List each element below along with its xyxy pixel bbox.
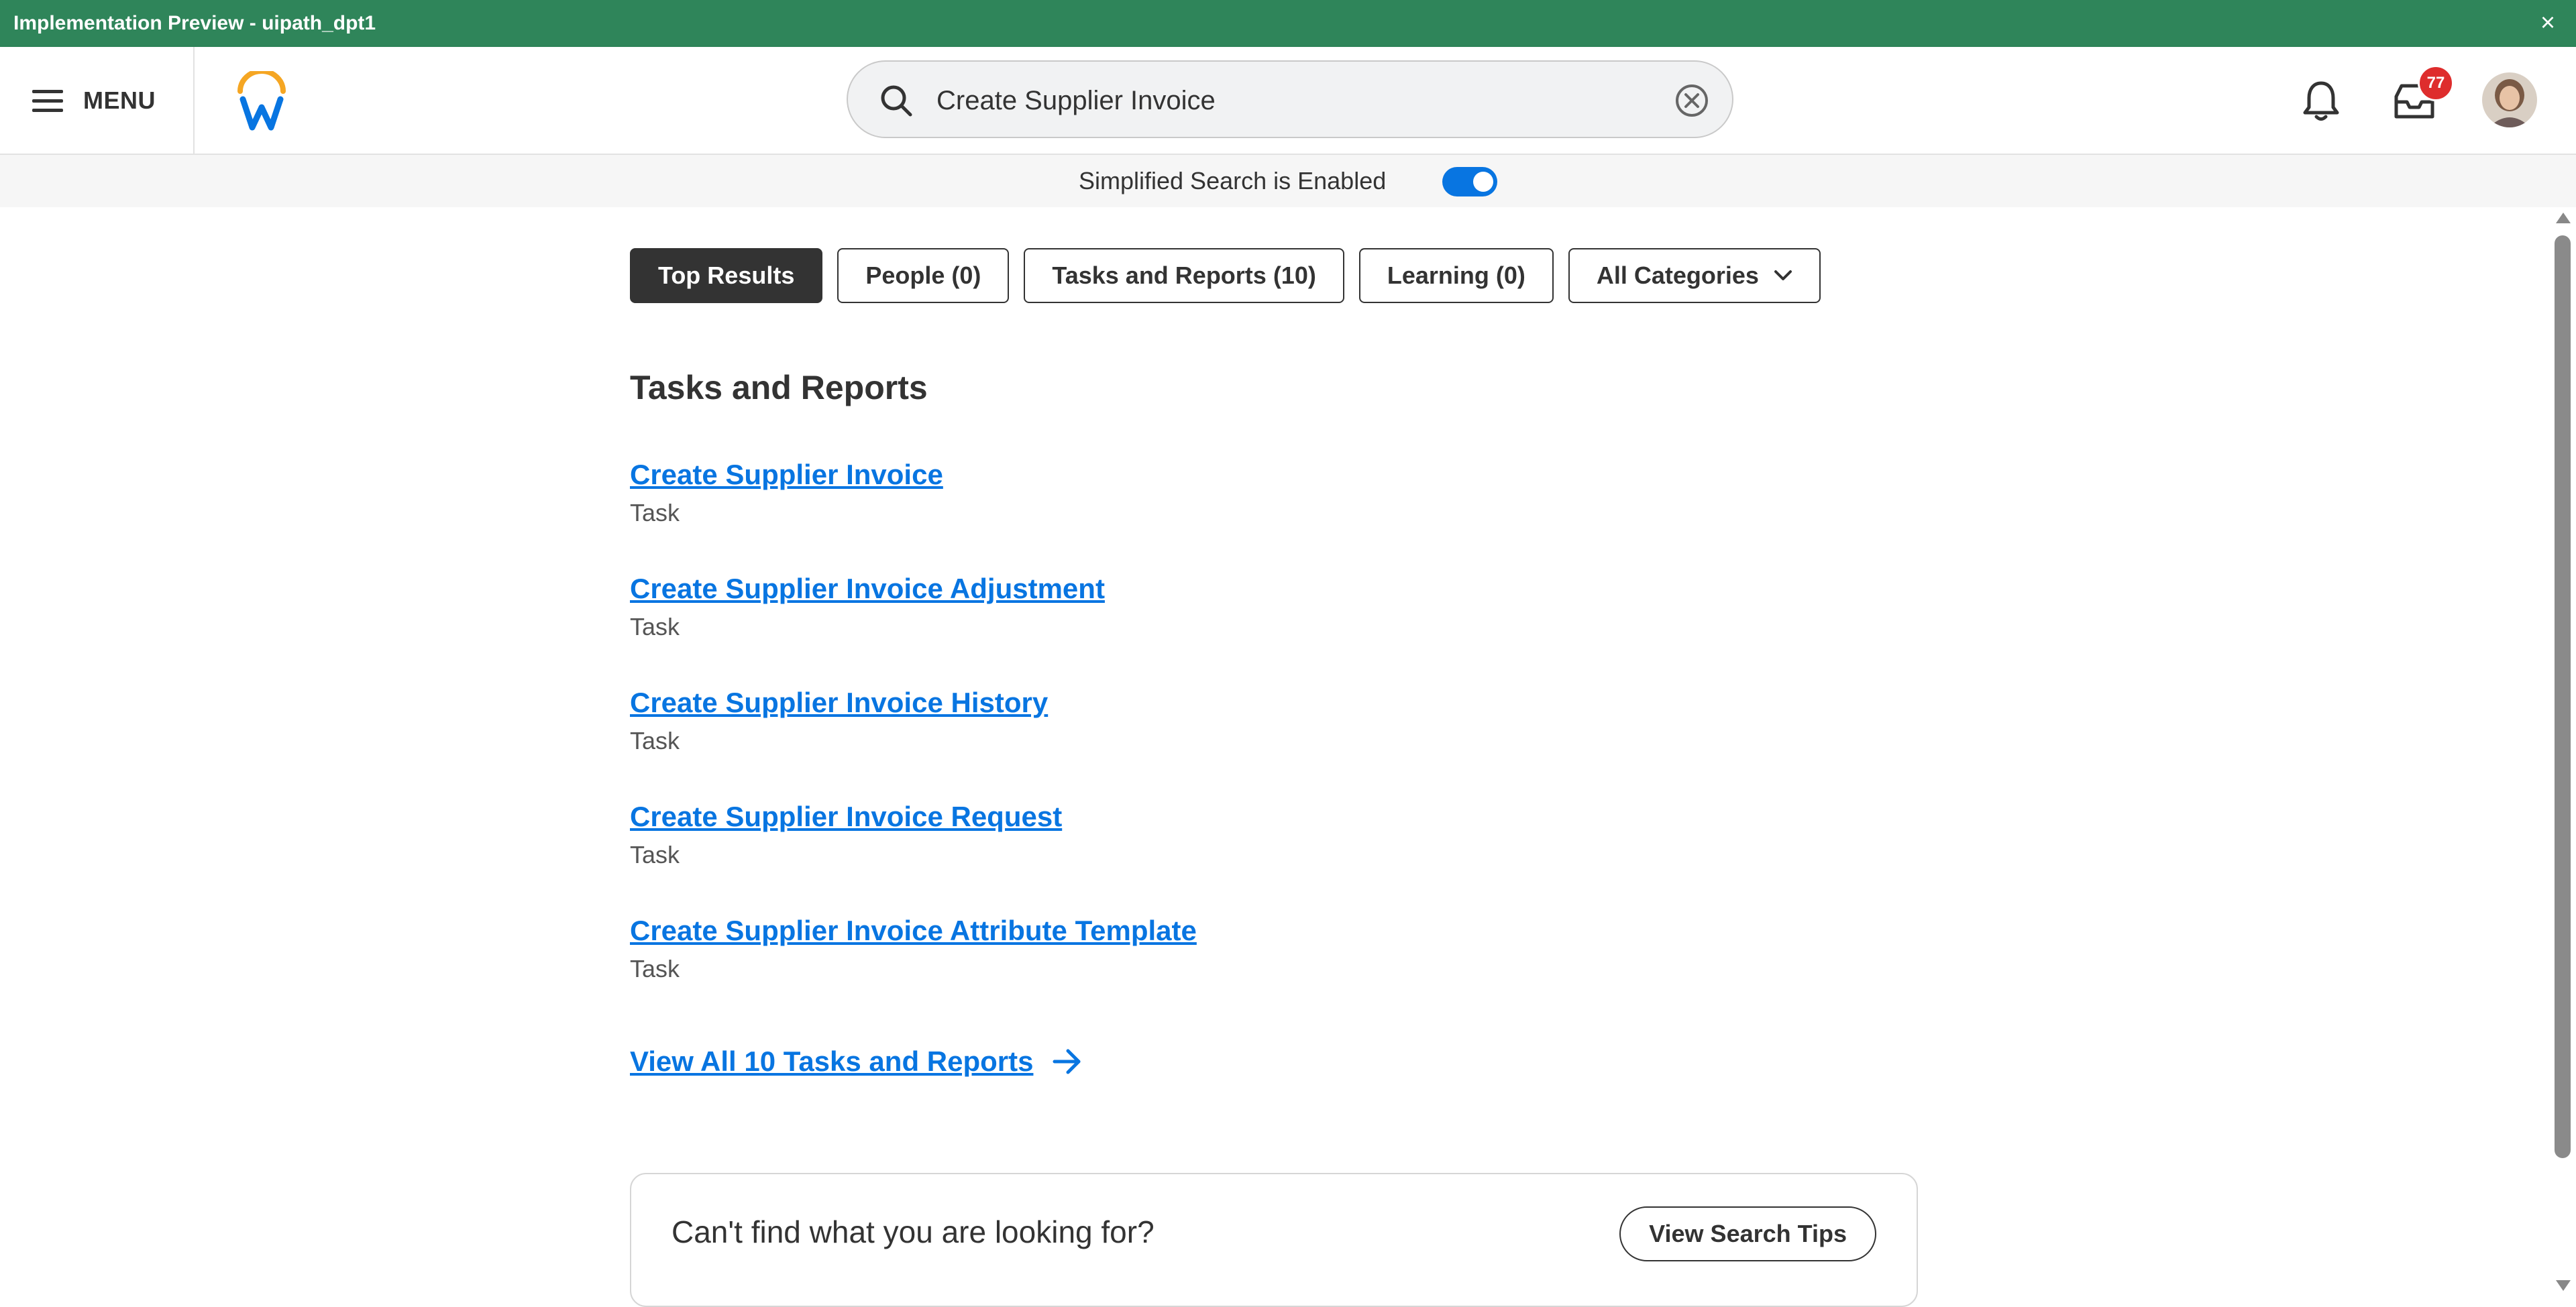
result-type: Task <box>630 955 680 982</box>
search-bar[interactable]: Create Supplier Invoice <box>847 60 1733 138</box>
result-link[interactable]: Create Supplier Invoice Adjustment <box>630 573 1105 605</box>
page-scrollbar[interactable] <box>2549 207 2576 1296</box>
inbox-count-badge: 77 <box>2418 65 2454 101</box>
results-list: Create Supplier Invoice Task Create Supp… <box>630 459 1197 1029</box>
global-header: MENU Create Supplier Invoice 77 <box>0 47 2576 155</box>
menu-label: MENU <box>83 87 156 114</box>
toggle-knob <box>1473 172 1493 192</box>
clear-search-icon[interactable] <box>1673 82 1711 119</box>
tab-label: Top Results <box>658 262 795 289</box>
tab-label: Learning (0) <box>1387 262 1525 289</box>
tab-learning[interactable]: Learning (0) <box>1358 248 1554 303</box>
search-icon <box>881 85 912 117</box>
list-item: Create Supplier Invoice Adjustment Task <box>630 573 1197 687</box>
tab-label: Tasks and Reports (10) <box>1052 262 1316 289</box>
close-icon[interactable]: × <box>2534 9 2561 36</box>
result-link[interactable]: Create Supplier Invoice History <box>630 687 1048 719</box>
scroll-down-arrow-icon[interactable] <box>2556 1280 2571 1291</box>
tab-label: All Categories <box>1596 262 1759 289</box>
tab-top-results[interactable]: Top Results <box>630 248 823 303</box>
view-all-link[interactable]: View All 10 Tasks and Reports <box>630 1045 1083 1078</box>
result-link[interactable]: Create Supplier Invoice <box>630 459 943 491</box>
chevron-down-icon <box>1774 270 1792 280</box>
simplified-search-toggle[interactable] <box>1442 167 1497 196</box>
tab-people[interactable]: People (0) <box>837 248 1010 303</box>
workday-logo[interactable] <box>235 71 288 131</box>
tab-tasks-and-reports[interactable]: Tasks and Reports (10) <box>1024 248 1344 303</box>
avatar[interactable] <box>2482 72 2537 127</box>
list-item: Create Supplier Invoice History Task <box>630 687 1197 801</box>
result-type: Task <box>630 499 680 526</box>
result-type: Task <box>630 613 680 640</box>
scroll-up-arrow-icon[interactable] <box>2556 213 2571 223</box>
list-item: Create Supplier Invoice Task <box>630 459 1197 573</box>
list-item: Create Supplier Invoice Request Task <box>630 801 1197 915</box>
tab-all-categories[interactable]: All Categories <box>1568 248 1821 303</box>
result-type: Task <box>630 727 680 754</box>
view-search-tips-button[interactable]: View Search Tips <box>1619 1206 1876 1261</box>
environment-banner: Implementation Preview - uipath_dpt1 × <box>0 0 2576 47</box>
header-divider <box>193 47 195 155</box>
section-title: Tasks and Reports <box>630 369 928 406</box>
search-results-page: Top Results People (0) Tasks and Reports… <box>0 207 2549 1307</box>
scrollbar-thumb[interactable] <box>2555 235 2571 1158</box>
simplified-search-strip: Simplified Search is Enabled <box>0 155 2576 207</box>
tab-label: People (0) <box>865 262 981 289</box>
simplified-search-label: Simplified Search is Enabled <box>1079 167 1387 194</box>
arrow-right-icon <box>1053 1049 1081 1074</box>
result-link[interactable]: Create Supplier Invoice Request <box>630 801 1062 833</box>
filter-tabs: Top Results People (0) Tasks and Reports… <box>630 248 1821 303</box>
menu-button[interactable]: MENU <box>32 82 156 119</box>
search-input[interactable]: Create Supplier Invoice <box>936 62 1216 139</box>
result-link[interactable]: Create Supplier Invoice Attribute Templa… <box>630 915 1197 947</box>
view-all-label: View All 10 Tasks and Reports <box>630 1045 1034 1077</box>
help-card: Can't find what you are looking for? Vie… <box>630 1173 1918 1307</box>
list-item: Create Supplier Invoice Attribute Templa… <box>630 915 1197 1029</box>
hamburger-icon <box>32 90 63 112</box>
help-question: Can't find what you are looking for? <box>672 1214 1155 1249</box>
environment-title: Implementation Preview - uipath_dpt1 <box>13 12 376 34</box>
notifications-bell-icon[interactable] <box>2300 79 2342 122</box>
result-type: Task <box>630 841 680 868</box>
